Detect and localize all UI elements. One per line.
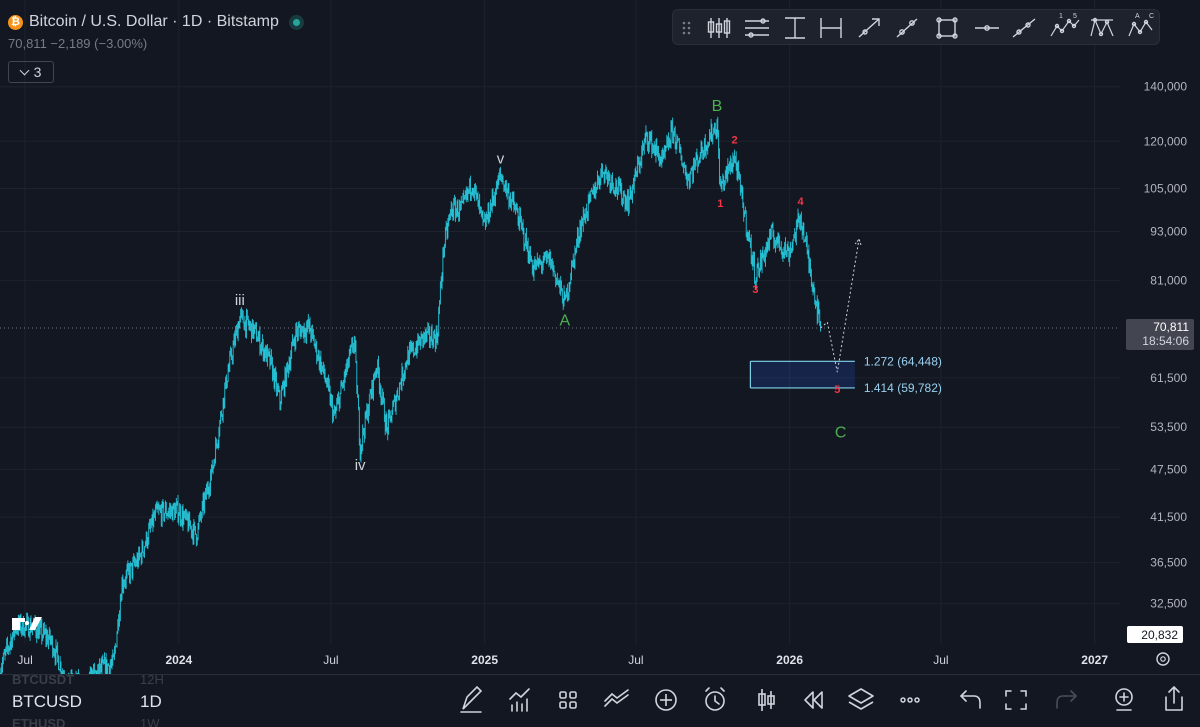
wave-label[interactable]: v — [497, 151, 505, 168]
y-tick-label: 120,000 — [1144, 134, 1188, 148]
add-circle-icon[interactable] — [655, 689, 677, 711]
toolbar-label-1: 1 — [1059, 13, 1063, 20]
fib-level-label: 1.272 (64,448) — [864, 354, 942, 368]
wave-label[interactable]: 4 — [797, 196, 804, 208]
x-tick-label: 2027 — [1081, 653, 1108, 667]
projection-line — [820, 239, 860, 373]
wave-label[interactable]: A — [560, 312, 571, 329]
projection-path — [820, 238, 862, 373]
pencil-icon[interactable] — [460, 685, 483, 713]
toolbar-label-a: A — [1135, 13, 1140, 20]
undo-icon[interactable] — [959, 690, 981, 709]
elliott-correction-icon[interactable] — [1128, 19, 1153, 37]
elliott-impulse-icon[interactable] — [1050, 18, 1080, 37]
fib-extension-zone[interactable]: 1.272 (64,448) 1.414 (59,782) — [749, 354, 942, 395]
y-tick-label: 32,500 — [1150, 597, 1187, 611]
compare-icon[interactable] — [604, 689, 629, 707]
rectangle-icon[interactable] — [936, 17, 958, 39]
share-icon[interactable] — [1165, 686, 1183, 711]
fullscreen-icon[interactable] — [1005, 690, 1027, 710]
wave-label[interactable]: 1 — [717, 198, 723, 210]
symbol-title[interactable]: Bitcoin / U.S. Dollar · 1D · Bitstamp — [29, 13, 279, 31]
price-series — [0, 116, 1120, 699]
y-tick-label: 105,000 — [1144, 182, 1188, 196]
symbol-row[interactable]: ₿ Bitcoin / U.S. Dollar · 1D · Bitstamp — [8, 10, 338, 34]
layers-icon[interactable] — [848, 688, 874, 710]
horizontal-lines-icon[interactable] — [745, 18, 769, 38]
low-price-badge[interactable]: 20,832 — [1127, 626, 1183, 643]
y-tick-label: 53,500 — [1150, 420, 1187, 434]
y-tick-label: 93,000 — [1150, 225, 1187, 239]
drawing-toolbar: 1 5 A C — [672, 9, 1160, 45]
drag-handle-icon[interactable] — [682, 21, 691, 35]
y-tick-label: 140,000 — [1144, 80, 1188, 94]
x-tick-label: Jul — [933, 653, 948, 667]
y-tick-label: 47,500 — [1150, 462, 1187, 476]
elliott-triangle-icon[interactable] — [1090, 17, 1114, 37]
price-change: 70,811 −2,189 (−3.00%) — [8, 36, 148, 51]
x-tick-label: Jul — [17, 653, 32, 667]
chevron-down-icon — [19, 65, 30, 76]
bottom-toolbar: BTCUSDT BTCUSD ETHUSD 12H 1D 1W — [0, 672, 1200, 727]
y-tick-label: 36,500 — [1150, 556, 1187, 570]
wave-label[interactable]: iii — [235, 292, 245, 309]
alarm-icon[interactable] — [705, 687, 725, 711]
bar-countdown: 18:54:06 — [1142, 334, 1189, 348]
x-tick-label: 2025 — [471, 653, 498, 667]
bitcoin-logo-icon: ₿ — [8, 14, 23, 30]
chart-header: ₿ Bitcoin / U.S. Dollar · 1D · Bitstamp … — [8, 10, 338, 90]
trend-line-icon[interactable] — [896, 18, 918, 38]
add-alert-icon[interactable] — [1115, 688, 1133, 711]
x-tick-label: Jul — [323, 653, 338, 667]
candles-icon[interactable] — [758, 689, 775, 711]
current-price-badge[interactable]: 70,81118:54:06 — [1126, 319, 1194, 350]
wave-label[interactable]: 5 — [834, 384, 840, 396]
vertical-range-icon[interactable] — [785, 17, 805, 39]
wave-label[interactable]: 2 — [731, 134, 737, 146]
wave-label[interactable]: B — [712, 98, 723, 115]
y-tick-label: 61,500 — [1150, 371, 1187, 385]
x-tick-label: Jul — [628, 653, 643, 667]
more-icon[interactable] — [900, 697, 920, 703]
toolbar-label-c: C — [1149, 13, 1154, 20]
horizontal-ray-icon[interactable] — [975, 25, 999, 31]
trend-arrow-icon[interactable] — [858, 18, 880, 38]
fib-level-label: 1.414 (59,782) — [864, 381, 942, 395]
candle-bars-icon[interactable] — [707, 18, 731, 38]
current-price-value: 70,811 — [1153, 320, 1189, 334]
market-status-icon[interactable] — [288, 14, 304, 30]
indicators-count: 3 — [33, 64, 42, 80]
y-tick-label: 81,000 — [1150, 273, 1187, 287]
y-tick-label: 41,500 — [1150, 510, 1187, 524]
price-chart[interactable]: 1.272 (64,448)1.414 (59,782) iiiiiivvAB1… — [0, 0, 1200, 727]
indicators-icon[interactable] — [509, 688, 530, 712]
chart-app: 1.272 (64,448)1.414 (59,782) iiiiiivvAB1… — [0, 0, 1200, 727]
horizontal-range-icon[interactable] — [820, 18, 842, 38]
gear-icon[interactable] — [1156, 652, 1170, 666]
wave-labels: iiiiiivvAB12345C — [83, 98, 847, 719]
x-tick-label: 2024 — [165, 653, 192, 667]
wave-label[interactable]: iv — [355, 457, 366, 474]
indicators-toggle-button[interactable]: 3 — [8, 61, 54, 83]
layout-grid-icon[interactable] — [559, 691, 577, 709]
wave-label[interactable]: 3 — [752, 284, 758, 296]
redo-icon[interactable] — [1056, 690, 1078, 709]
replay-icon[interactable] — [804, 691, 823, 709]
low-price-value: 20,832 — [1141, 628, 1178, 642]
ray-icon[interactable] — [1012, 18, 1036, 38]
x-tick-label: 2026 — [776, 653, 803, 667]
wave-label[interactable]: C — [835, 424, 847, 441]
toolbar-label-5: 5 — [1073, 13, 1077, 20]
